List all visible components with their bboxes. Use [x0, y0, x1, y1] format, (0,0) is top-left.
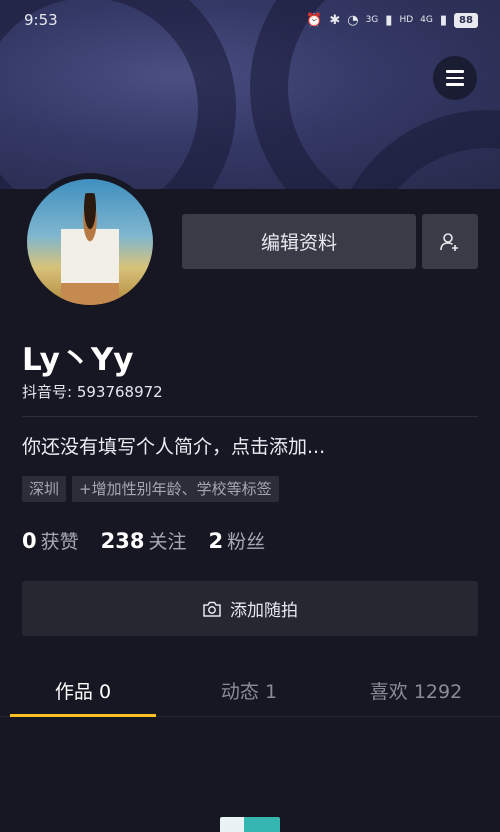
tab-updates[interactable]: 动态 1: [166, 664, 332, 716]
wifi-icon: ◔: [347, 12, 359, 28]
content-tabs: 作品 0 动态 1 喜欢 1292: [0, 664, 500, 717]
stat-likes[interactable]: 0 获赞: [22, 527, 79, 554]
douyin-id: 抖音号: 593768972: [22, 383, 163, 401]
camera-icon: [203, 601, 221, 617]
hamburger-icon-bar: [446, 70, 464, 73]
battery-icon: 88: [454, 12, 478, 28]
network-3g-label: 3G: [365, 15, 379, 25]
hamburger-icon-bar: [446, 83, 464, 86]
stat-followers-label: 粉丝: [227, 531, 266, 553]
stat-likes-label: 获赞: [40, 531, 79, 553]
hd-label: HD: [399, 15, 414, 25]
alarm-icon: ⏰: [306, 12, 323, 28]
menu-button[interactable]: [433, 56, 477, 100]
location-tag[interactable]: 深圳: [22, 476, 67, 502]
avatar-image: [27, 179, 153, 305]
video-thumbnail[interactable]: [220, 817, 280, 832]
stat-likes-value: 0: [22, 529, 37, 553]
stat-followers[interactable]: 2 粉丝: [209, 527, 266, 554]
divider: [22, 416, 478, 417]
network-4g-label: 4G: [420, 15, 433, 25]
avatar[interactable]: [21, 173, 159, 311]
signal-icon: ▮: [385, 12, 393, 28]
bluetooth-icon: ✱: [329, 12, 341, 28]
profile-stats: 0 获赞 238 关注 2 粉丝: [22, 527, 265, 554]
signal-icon: ▮: [439, 12, 447, 28]
stat-following[interactable]: 238 关注: [101, 527, 187, 554]
edit-profile-button[interactable]: 编辑资料: [182, 214, 416, 269]
stat-followers-value: 2: [208, 529, 224, 553]
avatar-figure: [61, 193, 119, 305]
add-friend-button[interactable]: [422, 214, 478, 269]
hamburger-icon-bar: [446, 76, 464, 80]
stat-following-value: 238: [100, 529, 145, 553]
add-random-shot-label: 添加随拍: [230, 601, 298, 621]
profile-tags: 深圳 +增加性别年龄、学校等标签: [22, 476, 279, 502]
bio-text[interactable]: 你还没有填写个人简介，点击添加...: [22, 432, 325, 459]
add-random-shot-button[interactable]: 添加随拍: [22, 581, 478, 636]
tab-likes[interactable]: 喜欢 1292: [332, 664, 500, 716]
add-tags-button[interactable]: +增加性别年龄、学校等标签: [72, 476, 279, 502]
username: Ly丶Yy: [22, 342, 134, 378]
status-bar: 9:53 ⏰ ✱ ◔ 3G ▮ HD 4G ▮ 88: [0, 0, 500, 40]
stat-following-label: 关注: [148, 531, 187, 553]
status-time: 9:53: [24, 11, 58, 29]
add-user-icon: [440, 232, 458, 251]
status-icons: ⏰ ✱ ◔ 3G ▮ HD 4G ▮ 88: [306, 12, 478, 28]
tab-works[interactable]: 作品 0: [0, 664, 166, 717]
